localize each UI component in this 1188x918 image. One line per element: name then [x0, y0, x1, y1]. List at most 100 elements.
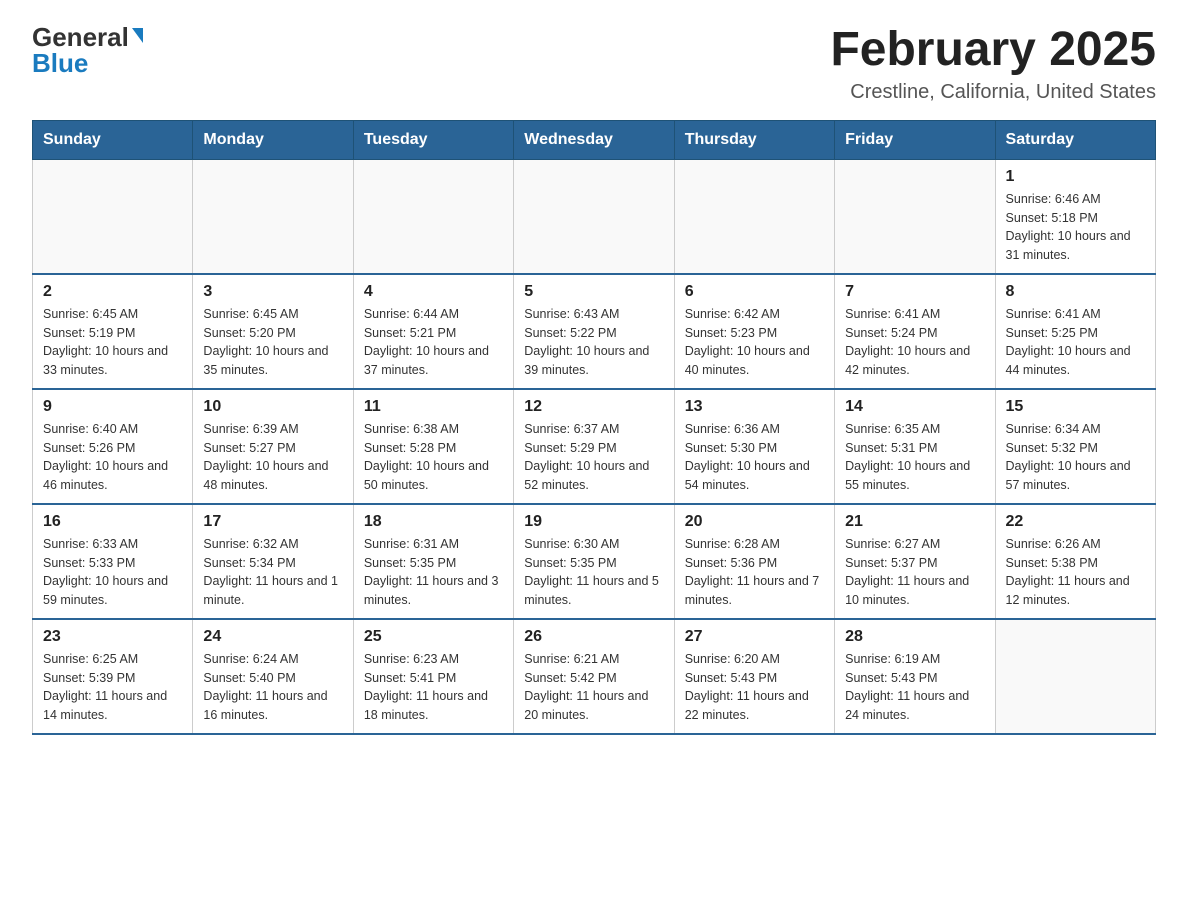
calendar-day-header: Wednesday — [514, 120, 674, 159]
day-number: 21 — [845, 513, 984, 531]
day-number: 9 — [43, 398, 182, 416]
day-info: Sunrise: 6:41 AM Sunset: 5:24 PM Dayligh… — [845, 305, 984, 380]
day-number: 5 — [524, 283, 663, 301]
day-info: Sunrise: 6:42 AM Sunset: 5:23 PM Dayligh… — [685, 305, 824, 380]
calendar-cell: 22Sunrise: 6:26 AM Sunset: 5:38 PM Dayli… — [995, 504, 1155, 619]
day-info: Sunrise: 6:39 AM Sunset: 5:27 PM Dayligh… — [203, 420, 342, 495]
day-number: 1 — [1006, 168, 1145, 186]
day-number: 25 — [364, 628, 503, 646]
day-number: 19 — [524, 513, 663, 531]
calendar-cell — [674, 159, 834, 274]
day-number: 10 — [203, 398, 342, 416]
calendar-cell: 8Sunrise: 6:41 AM Sunset: 5:25 PM Daylig… — [995, 274, 1155, 389]
day-number: 17 — [203, 513, 342, 531]
day-number: 4 — [364, 283, 503, 301]
day-info: Sunrise: 6:35 AM Sunset: 5:31 PM Dayligh… — [845, 420, 984, 495]
day-info: Sunrise: 6:21 AM Sunset: 5:42 PM Dayligh… — [524, 650, 663, 725]
calendar-body: 1 Sunrise: 6:46 AM Sunset: 5:18 PM Daylig… — [33, 159, 1156, 734]
logo-triangle-icon — [132, 28, 143, 43]
calendar-cell: 6 Sunrise: 6:42 AM Sunset: 5:23 PM Daylig… — [674, 274, 834, 389]
day-info: Sunrise: 6:24 AM Sunset: 5:40 PM Dayligh… — [203, 650, 342, 725]
calendar-week-row: 2 Sunrise: 6:45 AM Sunset: 5:19 PM Daylig… — [33, 274, 1156, 389]
calendar-week-row: 23 Sunrise: 6:25 AM Sunset: 5:39 PM Dayli… — [33, 619, 1156, 734]
day-info: Sunrise: 6:46 AM Sunset: 5:18 PM Dayligh… — [1006, 190, 1145, 265]
day-info: Sunrise: 6:28 AM Sunset: 5:36 PM Dayligh… — [685, 535, 824, 610]
day-info: Sunrise: 6:30 AM Sunset: 5:35 PM Dayligh… — [524, 535, 663, 610]
day-number: 26 — [524, 628, 663, 646]
calendar-cell: 3 Sunrise: 6:45 AM Sunset: 5:20 PM Daylig… — [193, 274, 353, 389]
day-info: Sunrise: 6:23 AM Sunset: 5:41 PM Dayligh… — [364, 650, 503, 725]
day-info: Sunrise: 6:27 AM Sunset: 5:37 PM Dayligh… — [845, 535, 984, 610]
calendar-cell: 11Sunrise: 6:38 AM Sunset: 5:28 PM Dayli… — [353, 389, 513, 504]
day-number: 8 — [1006, 283, 1145, 301]
page-subtitle: Crestline, California, United States — [830, 81, 1156, 104]
calendar-table: SundayMondayTuesdayWednesdayThursdayFrid… — [32, 120, 1156, 735]
page-header: General Blue February 2025 Crestline, Ca… — [32, 24, 1156, 104]
calendar-cell: 2 Sunrise: 6:45 AM Sunset: 5:19 PM Daylig… — [33, 274, 193, 389]
calendar-week-row: 1 Sunrise: 6:46 AM Sunset: 5:18 PM Daylig… — [33, 159, 1156, 274]
calendar-cell: 16Sunrise: 6:33 AM Sunset: 5:33 PM Dayli… — [33, 504, 193, 619]
calendar-cell — [995, 619, 1155, 734]
day-info: Sunrise: 6:36 AM Sunset: 5:30 PM Dayligh… — [685, 420, 824, 495]
day-info: Sunrise: 6:32 AM Sunset: 5:34 PM Dayligh… — [203, 535, 342, 610]
calendar-cell — [193, 159, 353, 274]
day-number: 13 — [685, 398, 824, 416]
calendar-cell — [514, 159, 674, 274]
day-number: 15 — [1006, 398, 1145, 416]
day-number: 28 — [845, 628, 984, 646]
day-number: 20 — [685, 513, 824, 531]
calendar-cell: 1 Sunrise: 6:46 AM Sunset: 5:18 PM Daylig… — [995, 159, 1155, 274]
calendar-cell: 15 Sunrise: 6:34 AM Sunset: 5:32 PM Dayli… — [995, 389, 1155, 504]
calendar-cell: 24 Sunrise: 6:24 AM Sunset: 5:40 PM Dayli… — [193, 619, 353, 734]
day-number: 3 — [203, 283, 342, 301]
calendar-cell — [33, 159, 193, 274]
day-number: 14 — [845, 398, 984, 416]
calendar-header-row: SundayMondayTuesdayWednesdayThursdayFrid… — [33, 120, 1156, 159]
calendar-day-header: Monday — [193, 120, 353, 159]
calendar-cell — [835, 159, 995, 274]
day-number: 6 — [685, 283, 824, 301]
day-info: Sunrise: 6:45 AM Sunset: 5:19 PM Dayligh… — [43, 305, 182, 380]
calendar-day-header: Sunday — [33, 120, 193, 159]
calendar-cell: 10 Sunrise: 6:39 AM Sunset: 5:27 PM Dayli… — [193, 389, 353, 504]
logo-general: General — [32, 24, 129, 50]
calendar-week-row: 16Sunrise: 6:33 AM Sunset: 5:33 PM Dayli… — [33, 504, 1156, 619]
calendar-cell: 13 Sunrise: 6:36 AM Sunset: 5:30 PM Dayli… — [674, 389, 834, 504]
calendar-cell: 19 Sunrise: 6:30 AM Sunset: 5:35 PM Dayli… — [514, 504, 674, 619]
day-number: 27 — [685, 628, 824, 646]
day-info: Sunrise: 6:34 AM Sunset: 5:32 PM Dayligh… — [1006, 420, 1145, 495]
day-number: 24 — [203, 628, 342, 646]
calendar-week-row: 9Sunrise: 6:40 AM Sunset: 5:26 PM Daylig… — [33, 389, 1156, 504]
day-info: Sunrise: 6:44 AM Sunset: 5:21 PM Dayligh… — [364, 305, 503, 380]
page-title: February 2025 — [830, 24, 1156, 77]
calendar-cell: 23 Sunrise: 6:25 AM Sunset: 5:39 PM Dayli… — [33, 619, 193, 734]
calendar-cell: 7Sunrise: 6:41 AM Sunset: 5:24 PM Daylig… — [835, 274, 995, 389]
calendar-day-header: Thursday — [674, 120, 834, 159]
calendar-cell: 28Sunrise: 6:19 AM Sunset: 5:43 PM Dayli… — [835, 619, 995, 734]
day-info: Sunrise: 6:20 AM Sunset: 5:43 PM Dayligh… — [685, 650, 824, 725]
calendar-cell: 14 Sunrise: 6:35 AM Sunset: 5:31 PM Dayli… — [835, 389, 995, 504]
day-number: 2 — [43, 283, 182, 301]
logo-blue: Blue — [32, 50, 88, 76]
calendar-cell: 18Sunrise: 6:31 AM Sunset: 5:35 PM Dayli… — [353, 504, 513, 619]
calendar-cell: 21 Sunrise: 6:27 AM Sunset: 5:37 PM Dayli… — [835, 504, 995, 619]
calendar-day-header: Saturday — [995, 120, 1155, 159]
calendar-cell: 12Sunrise: 6:37 AM Sunset: 5:29 PM Dayli… — [514, 389, 674, 504]
calendar-day-header: Tuesday — [353, 120, 513, 159]
day-number: 12 — [524, 398, 663, 416]
calendar-day-header: Friday — [835, 120, 995, 159]
day-info: Sunrise: 6:45 AM Sunset: 5:20 PM Dayligh… — [203, 305, 342, 380]
day-number: 16 — [43, 513, 182, 531]
calendar-cell: 27 Sunrise: 6:20 AM Sunset: 5:43 PM Dayli… — [674, 619, 834, 734]
calendar-cell: 4 Sunrise: 6:44 AM Sunset: 5:21 PM Daylig… — [353, 274, 513, 389]
day-info: Sunrise: 6:26 AM Sunset: 5:38 PM Dayligh… — [1006, 535, 1145, 610]
day-info: Sunrise: 6:38 AM Sunset: 5:28 PM Dayligh… — [364, 420, 503, 495]
day-number: 18 — [364, 513, 503, 531]
day-number: 23 — [43, 628, 182, 646]
calendar-cell: 20 Sunrise: 6:28 AM Sunset: 5:36 PM Dayli… — [674, 504, 834, 619]
calendar-cell: 9Sunrise: 6:40 AM Sunset: 5:26 PM Daylig… — [33, 389, 193, 504]
title-block: February 2025 Crestline, California, Uni… — [830, 24, 1156, 104]
logo: General Blue — [32, 24, 143, 76]
day-info: Sunrise: 6:25 AM Sunset: 5:39 PM Dayligh… — [43, 650, 182, 725]
calendar-cell: 5Sunrise: 6:43 AM Sunset: 5:22 PM Daylig… — [514, 274, 674, 389]
